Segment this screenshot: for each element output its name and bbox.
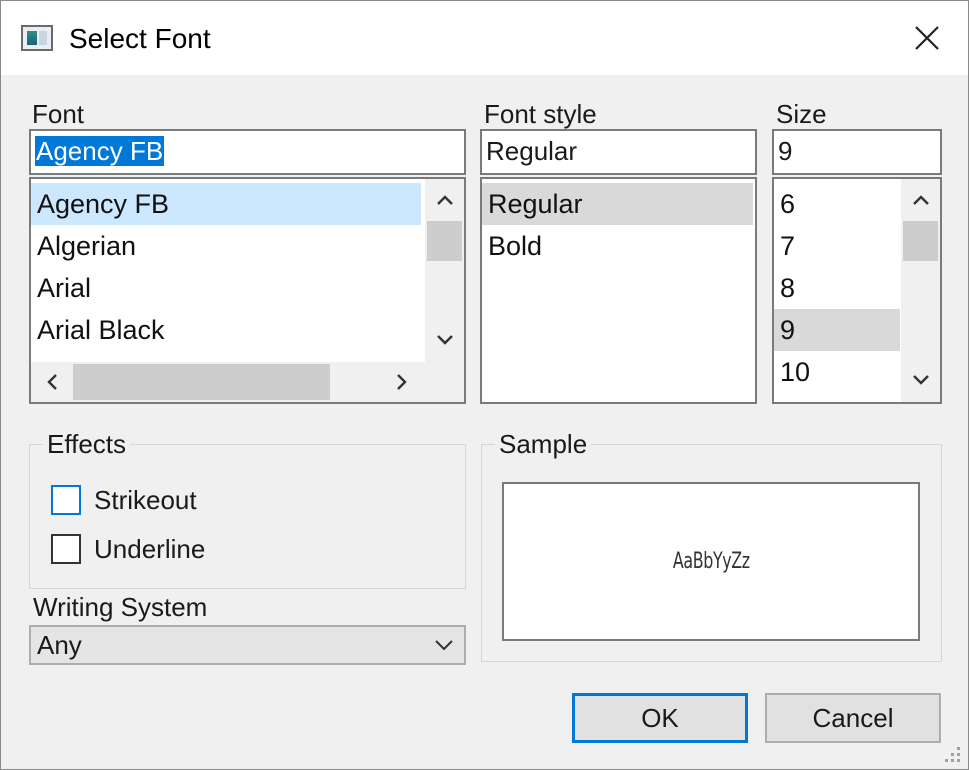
cancel-button[interactable]: Cancel <box>765 693 941 743</box>
size-list-item[interactable]: 9 <box>774 309 900 351</box>
title-bar: Select Font <box>1 1 968 75</box>
size-list-item[interactable]: 6 <box>774 183 900 225</box>
writing-system-select[interactable]: Any <box>29 625 466 665</box>
size-input[interactable]: 9 <box>772 129 942 175</box>
chevron-down-icon <box>435 640 453 651</box>
font-input-selected-text: Agency FB <box>35 136 165 166</box>
size-label: Size <box>776 99 827 129</box>
underline-label[interactable]: Underline <box>94 534 205 564</box>
scroll-corner <box>425 362 464 402</box>
resize-grip-icon[interactable] <box>941 743 963 765</box>
close-icon <box>915 26 939 50</box>
font-list-item[interactable]: Agency FB <box>31 183 421 225</box>
font-vertical-scroll-thumb[interactable] <box>427 221 462 261</box>
size-list-item[interactable]: 10 <box>774 351 900 393</box>
scroll-down-icon[interactable] <box>425 325 464 355</box>
font-input[interactable]: Agency FB <box>29 129 466 175</box>
writing-system-value: Any <box>37 630 82 660</box>
size-vertical-scroll-thumb[interactable] <box>903 221 938 261</box>
font-list-item[interactable]: Algerian <box>31 225 421 267</box>
font-style-list-item[interactable]: Regular <box>482 183 753 225</box>
scroll-left-icon[interactable] <box>37 362 67 402</box>
font-list-item[interactable]: Arial <box>31 267 421 309</box>
select-font-dialog: Select Font Font Agency FB Agency FB Alg… <box>0 0 969 770</box>
font-list-item[interactable]: Arial Black <box>31 309 421 351</box>
font-horizontal-scroll-thumb[interactable] <box>73 364 330 400</box>
font-listbox[interactable]: Agency FB Algerian Arial Arial Black <box>29 177 466 404</box>
sample-text: AaBbYyZz <box>672 549 750 574</box>
scroll-right-icon[interactable] <box>387 362 417 402</box>
font-style-input[interactable]: Regular <box>480 129 757 175</box>
ok-button[interactable]: OK <box>572 693 748 743</box>
underline-checkbox[interactable] <box>51 534 81 564</box>
font-style-label: Font style <box>484 99 597 129</box>
font-style-list-item[interactable]: Bold <box>482 225 753 267</box>
scroll-up-icon[interactable] <box>901 185 940 215</box>
font-horizontal-scrollbar[interactable] <box>31 362 425 402</box>
app-icon <box>21 25 53 51</box>
size-vertical-scrollbar[interactable] <box>901 179 940 402</box>
strikeout-checkbox[interactable] <box>51 485 81 515</box>
size-list-item[interactable]: 7 <box>774 225 900 267</box>
strikeout-label[interactable]: Strikeout <box>94 485 197 515</box>
font-style-listbox[interactable]: Regular Bold <box>480 177 757 404</box>
dialog-title: Select Font <box>69 23 211 54</box>
font-vertical-scrollbar[interactable] <box>425 179 464 362</box>
font-label: Font <box>32 99 85 129</box>
writing-system-label: Writing System <box>33 592 208 622</box>
size-list-item[interactable]: 8 <box>774 267 900 309</box>
size-listbox[interactable]: 6 7 8 9 10 <box>772 177 942 404</box>
sample-preview: AaBbYyZz <box>502 482 920 641</box>
scroll-up-icon[interactable] <box>425 185 464 215</box>
effects-title: Effects <box>43 429 131 459</box>
sample-title: Sample <box>495 429 592 459</box>
effects-groupbox <box>29 444 466 589</box>
close-button[interactable] <box>901 15 953 61</box>
scroll-down-icon[interactable] <box>901 365 940 395</box>
